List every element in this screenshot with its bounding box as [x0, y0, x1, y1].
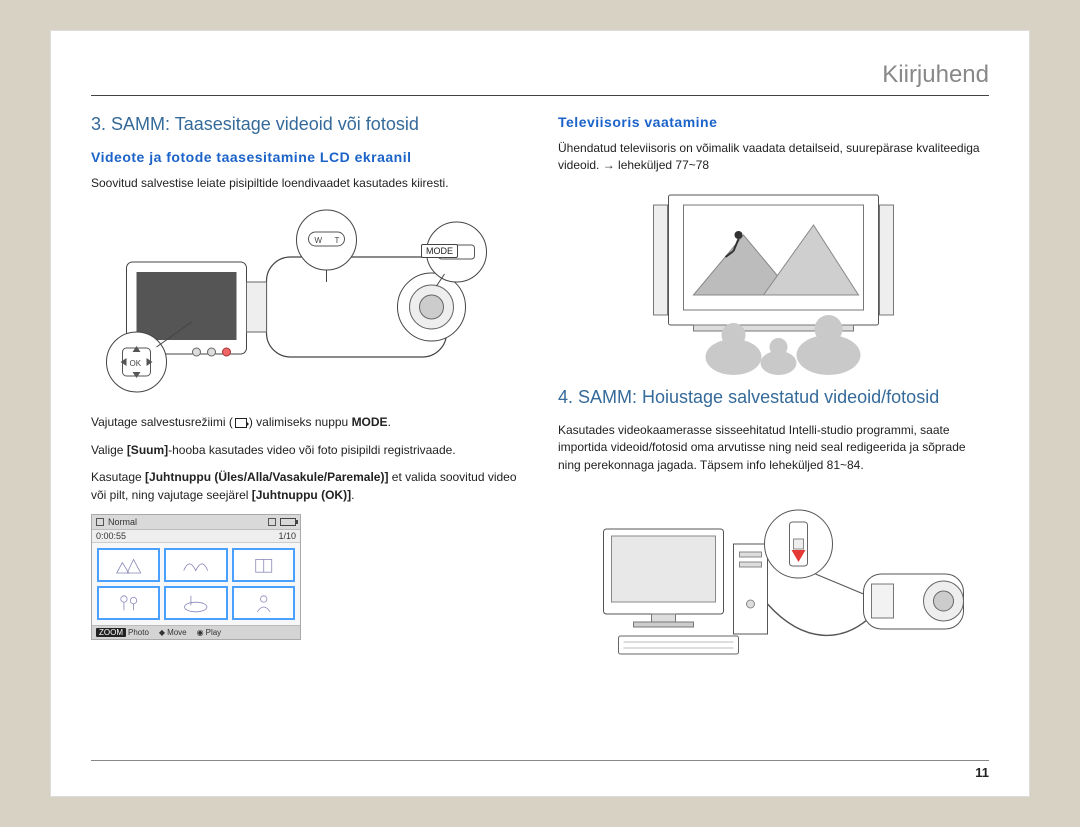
manual-page: Kiirjuhend 3. SAMM: Taasesitage videoid …	[50, 30, 1030, 797]
page-number: 11	[91, 760, 989, 780]
left-column: 3. SAMM: Taasesitage videoid või fotosid…	[91, 114, 522, 674]
pc-illustration	[558, 484, 989, 674]
camcorder-illustration: W T OK	[91, 202, 522, 402]
thumb-time: 0:00:55	[96, 531, 126, 541]
step4-title: 4. SAMM: Hoiustage salvestatud videoid/f…	[558, 387, 989, 408]
tv-subtitle: Televiisoris vaatamine	[558, 114, 989, 130]
thumb-6	[232, 586, 295, 620]
p3-bold1: [Juhtnuppu (Üles/Alla/Vasakule/Paremale)…	[145, 470, 388, 484]
lcd-subtitle: Videote ja fotode taasesitamine LCD ekra…	[91, 149, 522, 165]
intro-text: Soovitud salvestise leiate pisipiltide l…	[91, 175, 522, 192]
thumb-header: Normal	[92, 515, 300, 530]
thumb-1	[97, 548, 160, 582]
footer-move: Move	[167, 628, 187, 637]
instruction-3: Kasutage [Juhtnuppu (Üles/Alla/Vasakule/…	[91, 469, 522, 504]
step4-text: Kasutades videokaamerasse sisseehitatud …	[558, 422, 989, 474]
p3-end: .	[351, 488, 354, 502]
thumb-mode: Normal	[108, 517, 137, 527]
thumb-2	[164, 548, 227, 582]
nav-icon: ◆	[159, 628, 165, 637]
content-columns: 3. SAMM: Taasesitage videoid või fotosid…	[91, 114, 989, 674]
playback-icon	[235, 418, 247, 428]
tv-illustration	[558, 185, 989, 375]
card-icon	[268, 518, 276, 526]
p2-pre: Valige	[91, 443, 127, 457]
svg-text:W: W	[315, 236, 323, 245]
p3-pre: Kasutage	[91, 470, 145, 484]
thumb-sub: 0:00:55 1/10	[92, 530, 300, 543]
mode-icon	[96, 518, 104, 526]
step3-title: 3. SAMM: Taasesitage videoid või fotosid	[91, 114, 522, 135]
p2-post: -hooba kasutades video või foto pisipild…	[168, 443, 456, 457]
thumb-counter: 1/10	[278, 531, 296, 541]
p2-bold: [Suum]	[127, 443, 168, 457]
page-header: Kiirjuhend	[91, 61, 989, 96]
zoom-tag: ZOOM	[96, 628, 126, 637]
thumb-3	[232, 548, 295, 582]
tv-text: Ühendatud televiisoris on võimalik vaada…	[558, 140, 989, 175]
footer-photo: Photo	[128, 628, 149, 637]
svg-text:T: T	[335, 236, 340, 245]
p1-end: .	[388, 415, 391, 429]
thumbnail-panel: Normal 0:00:55 1/10	[91, 514, 301, 640]
mode-badge: MODE	[421, 244, 458, 258]
footer-play: Play	[206, 628, 222, 637]
thumb-4	[97, 586, 160, 620]
p3-bold2: [Juhtnuppu (OK)]	[252, 488, 351, 502]
battery-icon	[280, 518, 296, 526]
play-icon: ◉	[197, 628, 204, 637]
right-column: Televiisoris vaatamine Ühendatud televii…	[558, 114, 989, 674]
thumb-footer: ZOOM Photo ◆ Move ◉ Play	[92, 625, 300, 639]
p1-bold: MODE	[352, 415, 388, 429]
p1-post: ) valimiseks nuppu	[249, 415, 352, 429]
svg-text:OK: OK	[130, 359, 142, 368]
instruction-1: Vajutage salvestusrežiimi ( ) valimiseks …	[91, 414, 522, 431]
thumb-grid	[92, 543, 300, 625]
instruction-2: Valige [Suum]-hooba kasutades video või …	[91, 442, 522, 459]
p1-pre: Vajutage salvestusrežiimi (	[91, 415, 233, 429]
thumb-5	[164, 586, 227, 620]
